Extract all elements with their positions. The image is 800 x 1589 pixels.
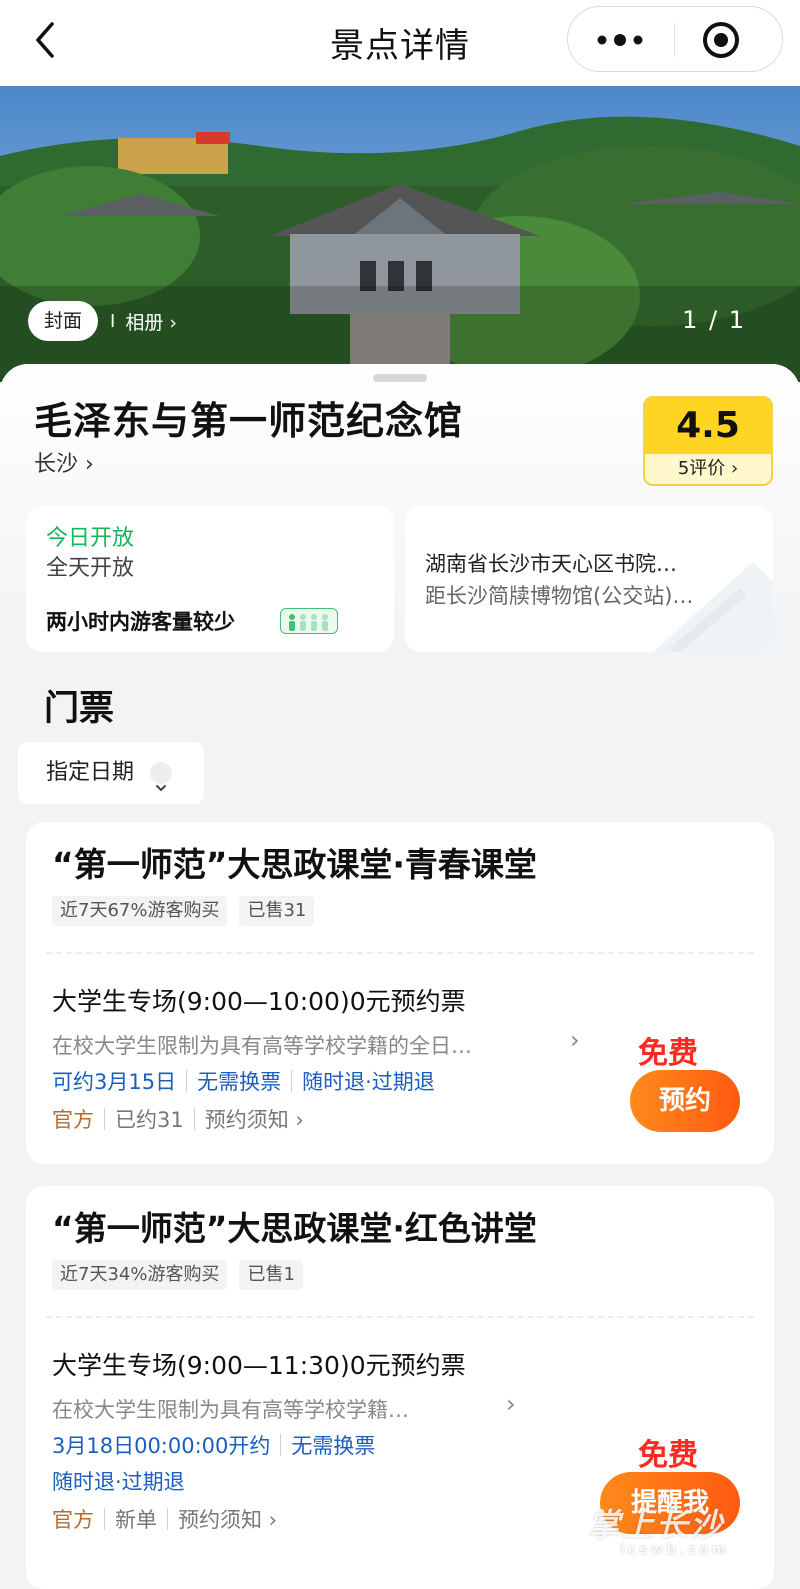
tab-cover[interactable]: 封面 [28,301,99,341]
close-mini-program-icon[interactable] [676,7,782,73]
product-tags: 近7天67%游客购买 已售31 [52,896,326,926]
purchase-rate-tag: 近7天67%游客购买 [52,896,228,926]
new-listing-label: 新单 [115,1508,157,1532]
meta-separator [104,1508,105,1530]
ticket-description[interactable]: 在校大学生限制为具有高等学校学籍的全日… [52,1030,562,1060]
ticket-price: 免费 [638,1438,698,1473]
booking-notice-link[interactable]: 预约须知 › [178,1504,277,1534]
date-filter-dropdown[interactable]: 指定日期 [18,742,204,804]
mini-program-capsule [567,6,783,72]
ticket-name: 大学生专场(9:00—11:30)0元预约票 [52,1351,466,1380]
booking-open-time-rule: 3月18日00:00:00开约 [52,1434,271,1458]
meta-separator [193,1108,195,1130]
photo-counter: 1 / 1 [682,306,746,334]
rule-separator [186,1070,188,1092]
ticket-product-card: “第一师范”大思政课堂·青春课堂 近7天67%游客购买 已售31 大学生专场(9… [26,822,774,1164]
product-tags: 近7天34%游客购买 已售1 [52,1260,315,1290]
refund-rule: 随时退·过期退 [52,1470,185,1494]
ticket-meta: 官方 已约31 预约须知 › [52,1104,304,1134]
address-card[interactable]: 湖南省长沙市天心区书院… 距长沙简牍博物馆(公交站)… [405,506,773,652]
nearby-stop: 距长沙简牍博物馆(公交站)… [425,584,694,608]
crowd-level-text: 两小时内游客量较少 [46,610,235,634]
product-title: “第一师范”大思政课堂·红色讲堂 [52,1209,537,1248]
official-label: 官方 [52,1108,94,1132]
tab-album-arrow: › [169,311,177,334]
hero-photo[interactable]: 封面 I 相册 › 1 / 1 [0,86,800,382]
city-link[interactable]: 长沙 › [34,446,94,478]
watermark-logo: 掌上长沙 icswb.com [588,1500,729,1558]
product-title: “第一师范”大思政课堂·青春课堂 [52,845,537,884]
card-divider [46,952,754,954]
sold-count-tag: 已售31 [239,896,315,926]
more-options-icon[interactable] [568,7,674,73]
ticket-rules: 可约3月15日 无需换票 随时退·过期退 [52,1066,435,1096]
ticket-rules: 3月18日00:00:00开约 无需换票 [52,1430,375,1460]
watermark-name: 掌上长沙 [588,1506,725,1544]
hero-tabs: 封面 I 相册 › [28,301,177,341]
address-line: 湖南省长沙市天心区书院… [425,552,677,576]
nav-bar: 景点详情 [0,0,800,86]
ticket-name: 大学生专场(9:00—10:00)0元预约票 [52,987,466,1016]
attraction-name: 毛泽东与第一师范纪念馆 [34,399,464,443]
ticket-description[interactable]: 在校大学生限制为具有高等学校学籍… [52,1394,492,1424]
detail-sheet: 毛泽东与第一师范纪念馆 长沙 › 4.5 5评价 › 今日开放 全天开放 两小时… [0,364,800,1589]
opening-info-card: 今日开放 全天开放 两小时内游客量较少 [26,506,394,652]
watermark-domain: icswb.com [620,1542,730,1558]
open-today-status: 今日开放 [46,526,135,551]
meta-separator [167,1508,168,1530]
date-filter-label: 指定日期 [46,760,135,785]
rule-separator [280,1434,282,1456]
chevron-down-icon [150,762,172,792]
book-button[interactable]: 预约 [630,1070,740,1132]
rating-badge[interactable]: 4.5 5评价 › [643,396,773,486]
no-exchange-rule: 无需换票 [197,1070,282,1094]
meta-separator [104,1108,105,1130]
capsule-divider [674,23,675,57]
crowd-level-icon [280,608,338,634]
opening-hours: 全天开放 [46,556,135,581]
chevron-right-icon[interactable]: › [570,1026,580,1054]
rating-score: 4.5 [645,398,771,454]
review-count: 5评价 › [677,458,739,479]
tab-album-label: 相册 [125,311,164,334]
no-exchange-rule: 无需换票 [291,1434,376,1458]
official-label: 官方 [52,1508,94,1532]
ticket-price: 免费 [638,1036,698,1071]
card-divider [46,1316,754,1318]
booking-notice-link[interactable]: 预约须知 › [205,1104,304,1134]
tab-separator: I [110,310,116,332]
rule-separator [291,1070,293,1092]
booking-date-rule: 可约3月15日 [52,1070,177,1094]
ticket-meta: 官方 新单 预约须知 › [52,1504,277,1534]
drag-handle[interactable] [373,374,427,382]
purchase-rate-tag: 近7天34%游客购买 [52,1260,228,1290]
sold-count-tag: 已售1 [239,1260,303,1290]
tab-album[interactable]: 相册 › [125,308,177,335]
ticket-rules: 随时退·过期退 [52,1466,185,1496]
refund-rule: 随时退·过期退 [302,1070,435,1094]
chevron-right-icon[interactable]: › [506,1390,516,1418]
tickets-section-title: 门票 [44,689,115,729]
booked-count: 已约31 [115,1108,184,1132]
